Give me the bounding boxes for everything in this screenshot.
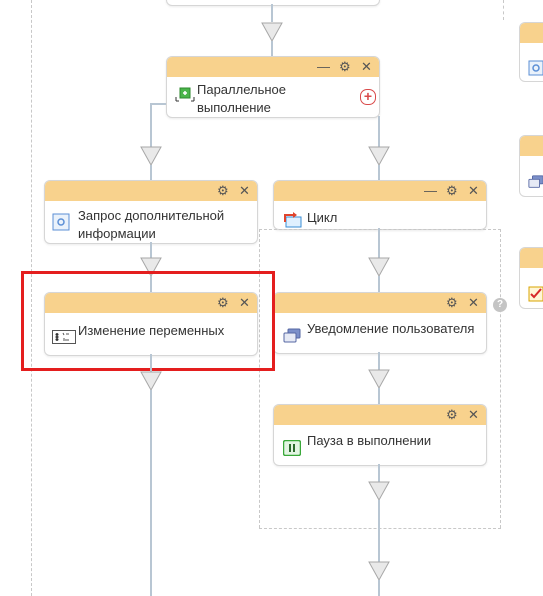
card-title: Цикл: [307, 210, 338, 225]
connector-line: [378, 276, 380, 292]
card-header: [520, 136, 543, 156]
close-button[interactable]: ✕: [468, 183, 479, 199]
palette-item-card[interactable]: [519, 135, 543, 197]
loop-container-border: [259, 528, 501, 529]
connector-line: [271, 41, 273, 57]
request-form-icon: [52, 213, 70, 231]
connector-line: [150, 390, 152, 596]
selection-highlight: [21, 271, 275, 371]
help-icon[interactable]: ?: [493, 298, 507, 312]
connector-line: [378, 165, 380, 181]
connector-line: [378, 352, 380, 370]
checklist-icon: [528, 286, 543, 307]
settings-gear-icon[interactable]: ⚙: [446, 407, 458, 423]
settings-gear-icon[interactable]: ⚙: [446, 295, 458, 311]
message-icon: [283, 328, 301, 344]
connector-line: [150, 242, 152, 258]
palette-item-card[interactable]: [519, 22, 543, 82]
connector-line: [150, 103, 166, 105]
request-info-card[interactable]: ⚙ ✕ Запрос дополнительной информации: [44, 180, 258, 244]
close-button[interactable]: ✕: [468, 407, 479, 423]
settings-gear-icon[interactable]: ⚙: [446, 183, 458, 199]
request-form-icon: [528, 60, 543, 81]
canvas-guide-line: [503, 0, 504, 20]
settings-gear-icon[interactable]: ⚙: [217, 183, 229, 199]
connector-line: [378, 580, 380, 596]
loop-icon: [283, 212, 302, 228]
connector-line: [150, 165, 152, 181]
connector-line: [378, 464, 380, 482]
connector-line: [378, 228, 380, 258]
loop-container-border: [259, 229, 501, 230]
connector-line: [378, 116, 380, 147]
pause-execution-card[interactable]: ⚙ ✕ Пауза в выполнении: [273, 404, 487, 466]
minimize-button[interactable]: —: [317, 59, 330, 75]
card-header: ⚙ ✕: [274, 405, 486, 425]
loop-card[interactable]: — ⚙ ✕ Цикл: [273, 180, 487, 230]
card-header: [520, 248, 543, 268]
card-title: Уведомление пользователя: [307, 321, 475, 336]
loop-container-border: [500, 229, 501, 528]
card-header: ⚙ ✕: [274, 293, 486, 313]
notify-user-card[interactable]: ⚙ ✕ Уведомление пользователя: [273, 292, 487, 354]
close-button[interactable]: ✕: [468, 295, 479, 311]
close-button[interactable]: ✕: [361, 59, 372, 75]
close-button[interactable]: ✕: [239, 183, 250, 199]
parallel-icon: [175, 87, 195, 103]
message-icon: [528, 174, 543, 195]
add-branch-button[interactable]: +: [360, 89, 376, 105]
connector-line: [378, 500, 380, 562]
card-header: [520, 23, 543, 43]
connector-line: [378, 388, 380, 404]
card-header: — ⚙ ✕: [167, 57, 379, 77]
card-title: Параллельное выполнение: [197, 82, 287, 115]
connector-line: [150, 354, 152, 372]
card-title: Пауза в выполнении: [307, 433, 432, 448]
parallel-execution-card[interactable]: — ⚙ ✕ Параллельное выполнение +: [166, 56, 380, 118]
settings-gear-icon[interactable]: ⚙: [339, 59, 351, 75]
card-header: ⚙ ✕: [45, 181, 257, 201]
palette-item-card[interactable]: [519, 247, 543, 309]
card-title: Запрос дополнительной информации: [78, 208, 225, 241]
minimize-button[interactable]: —: [424, 183, 437, 199]
connector-line: [150, 103, 152, 147]
card-header: — ⚙ ✕: [274, 181, 486, 201]
pause-icon: [282, 439, 302, 457]
connector-line: [271, 4, 273, 22]
previous-step-card[interactable]: [166, 0, 380, 6]
